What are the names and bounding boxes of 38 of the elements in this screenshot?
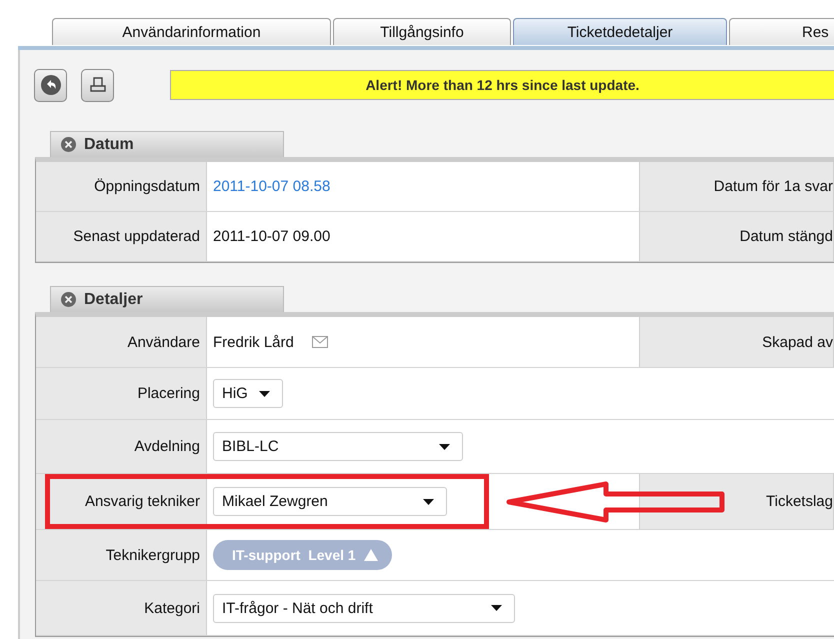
field-label: Skapad av	[639, 317, 834, 367]
dropdown[interactable]: Mikael Zewgren	[213, 487, 447, 516]
alert-banner: Alert! More than 12 hrs since last update.	[170, 70, 834, 100]
date-link[interactable]: 2011-10-07 08.58	[213, 178, 330, 195]
field-label: Ticketslag	[639, 474, 834, 529]
caret-icon	[491, 605, 502, 611]
back-button[interactable]	[34, 68, 67, 102]
triangle-up-icon	[364, 549, 378, 561]
dropdown[interactable]: BIBL-LC	[213, 432, 463, 461]
field-label: Datum för 1a svar	[639, 162, 834, 211]
caret-icon	[259, 390, 270, 396]
field-value: 2011-10-07 09.00	[213, 228, 330, 245]
user-name: Fredrik Lård	[213, 334, 294, 350]
field-label: Användare	[36, 317, 207, 367]
section-header[interactable]: Detaljer	[50, 286, 284, 312]
caret-icon	[439, 444, 450, 450]
dropdown[interactable]: IT-frågor - Nät och drift	[213, 594, 515, 622]
tab[interactable]: Användarinformation	[52, 18, 331, 45]
field-label: Avdelning	[36, 420, 207, 473]
back-icon	[40, 74, 62, 96]
field-label: Senast uppdaterad	[36, 212, 207, 261]
field-label: Datum stängd	[639, 212, 834, 261]
dropdown[interactable]: HiG	[213, 379, 283, 408]
section-title: Detaljer	[84, 290, 143, 308]
tab[interactable]: Res	[729, 18, 834, 45]
tab[interactable]: Tillgångsinfo	[333, 18, 511, 45]
field-label: Öppningsdatum	[36, 162, 207, 211]
field-label: Teknikergrupp	[36, 530, 207, 580]
close-icon[interactable]	[61, 137, 76, 152]
section-header[interactable]: Datum	[50, 131, 284, 157]
mail-icon[interactable]	[312, 336, 328, 348]
caret-icon	[423, 498, 434, 504]
tab[interactable]: Ticketdedetaljer	[513, 18, 727, 45]
section-title: Datum	[84, 136, 134, 154]
close-icon[interactable]	[61, 292, 76, 307]
print-button[interactable]	[81, 68, 114, 102]
field-label: Placering	[36, 368, 207, 419]
field-label: Kategori	[36, 581, 207, 635]
